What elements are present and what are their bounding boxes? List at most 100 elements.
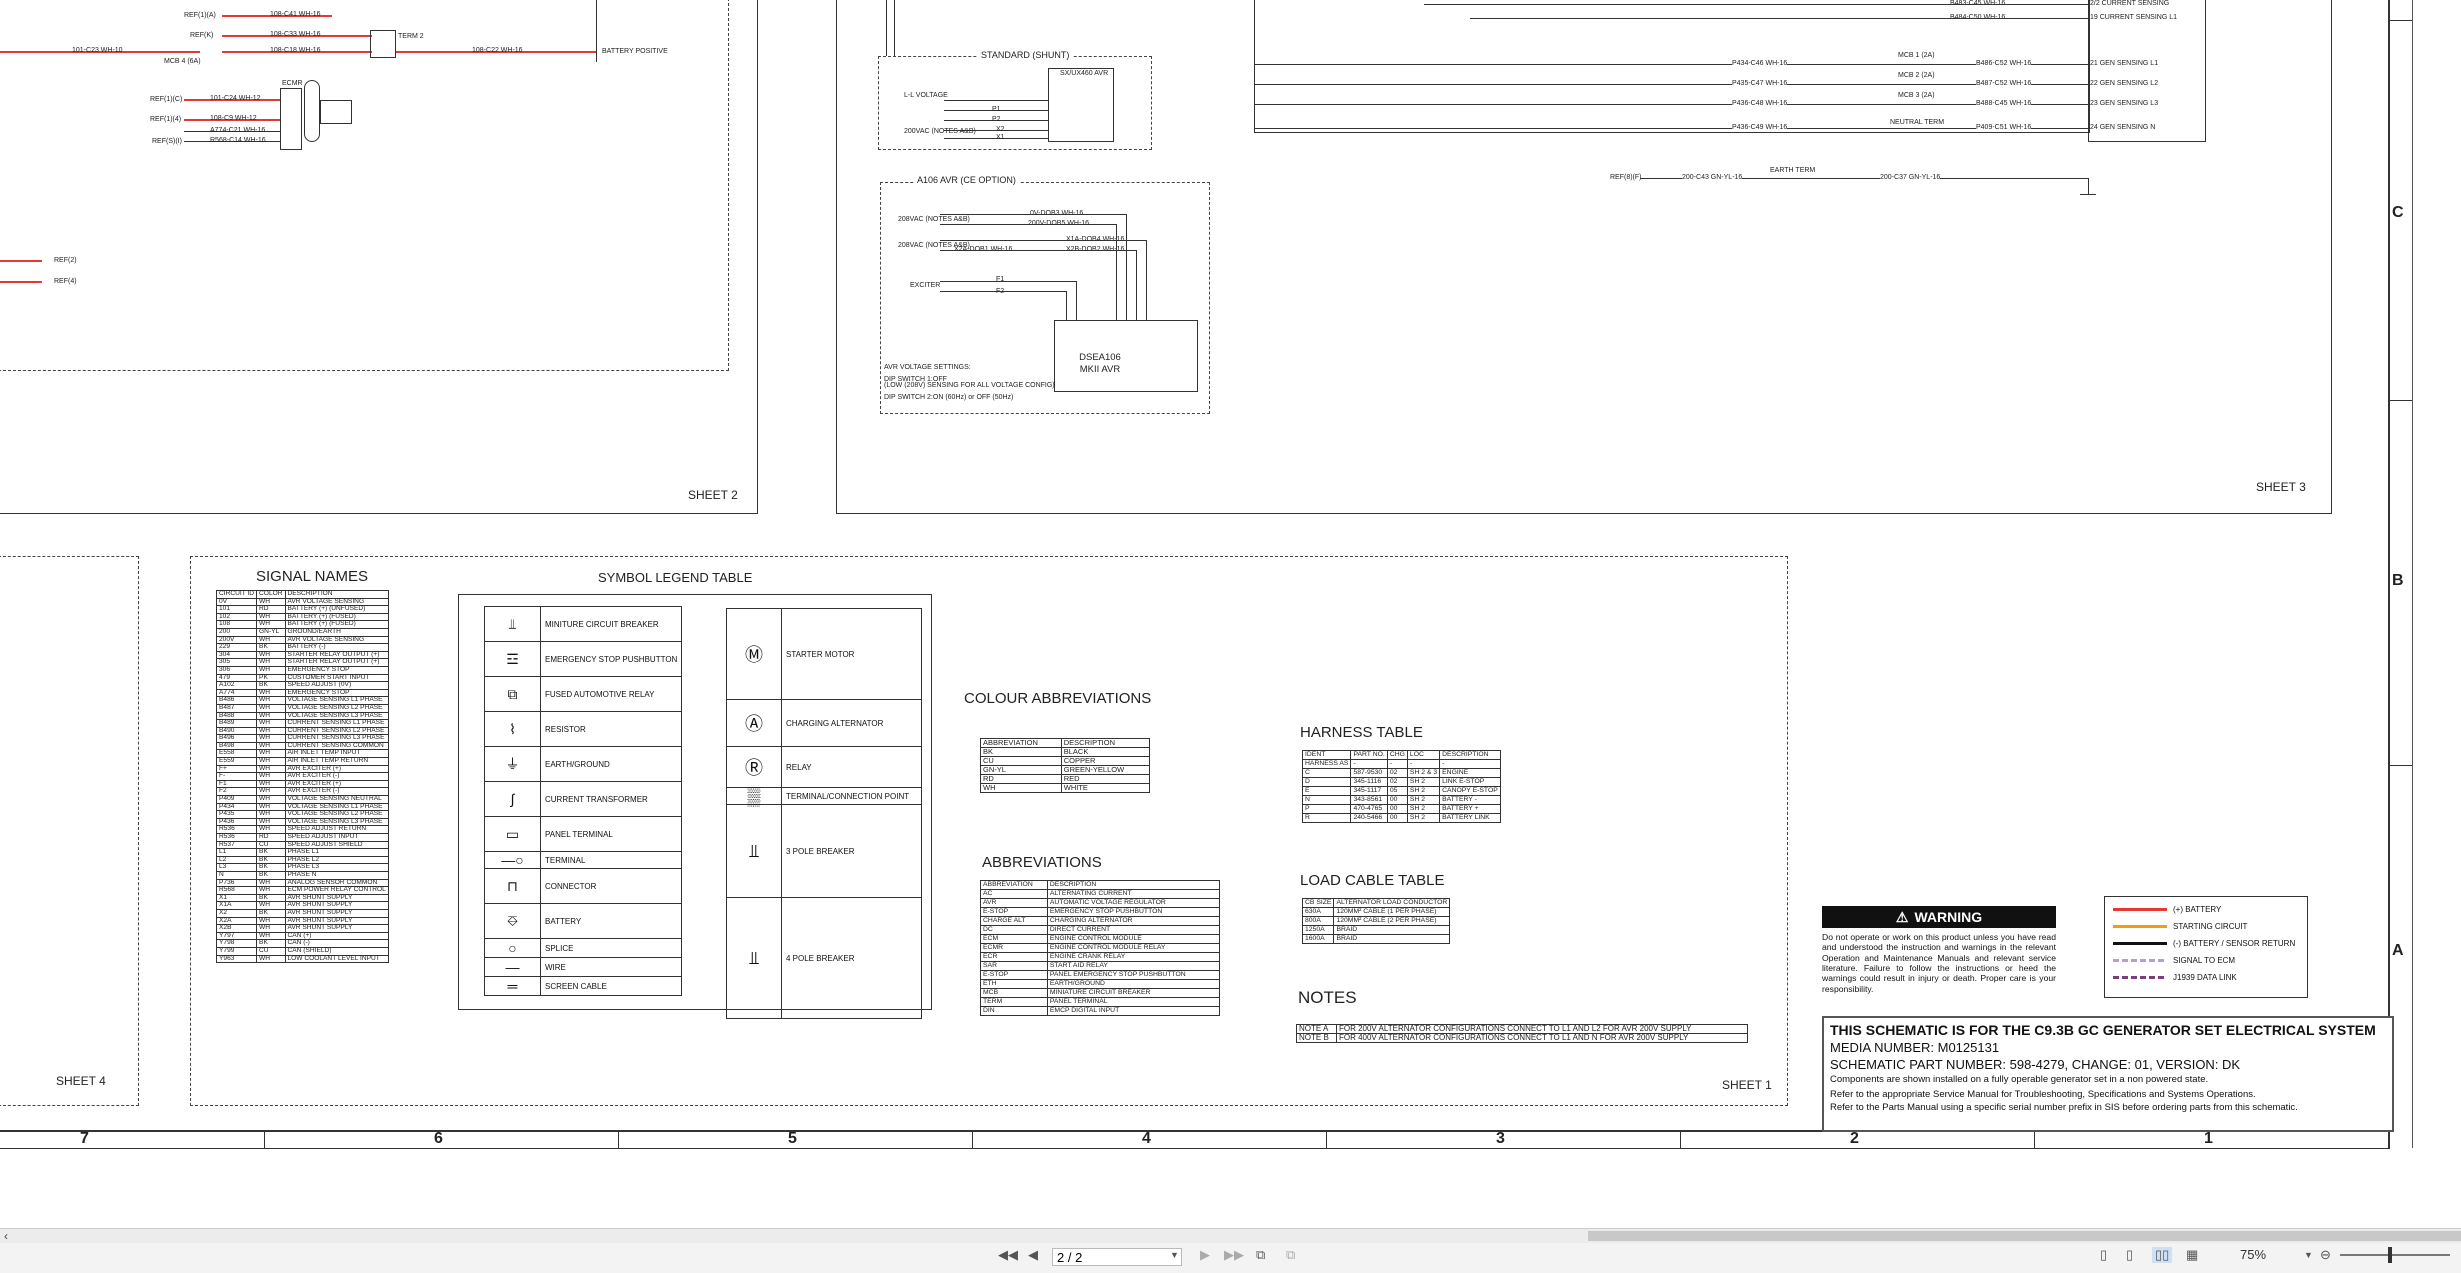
table-cell: GROUND/EARTH [284,627,389,637]
single-page-view-icon[interactable]: ▯ [2100,1247,2107,1263]
line-legend-item: J1939 DATA LINK [2113,969,2299,986]
zone-tick-1 [2388,20,2412,21]
signal-row: P409 WH VOLTAGE SENSING NEUTRAL [215,795,389,804]
col-sep-5 [1680,1130,1681,1148]
zoom-slider[interactable] [2340,1254,2450,1256]
table-cell: 200 [215,627,258,637]
viewer-toolbar: ‹ ◀◀ ◀ ▼ ▶ ▶▶ ⧉ ⧉ ▯ ▯ ▯▯ ▦ 75% ▼ ⊖ [0,1228,2461,1273]
wire-label: 108-C33 WH-16 [270,31,321,38]
scrollbar-thumb[interactable] [1588,1231,2461,1241]
table-cell: B487 [215,703,258,713]
table-header-row: IDENT PART NO. CHG LOC DESCRIPTION [1301,750,1501,760]
legend-item-label: EARTH/GROUND [545,759,610,769]
dip-switch-1b: (LOW (208V) SENSING FOR ALL VOLTAGE CONF… [884,382,1055,389]
table-cell: 587-9530 [1350,768,1388,778]
prev-page-button[interactable]: ◀ [1028,1247,1038,1263]
table-cell: ENGINE CONTROL MODULE [1046,934,1221,944]
table-cell: 120MM² CABLE (1 PER PHASE) [1333,907,1451,917]
zone-letter-c: C [2392,204,2404,221]
line-legend-item: (-) BATTERY / SENSOR RETURN [2113,935,2299,952]
last-page-button[interactable]: ▶▶ [1224,1247,1244,1263]
legend-item: —○ TERMINAL [485,852,681,869]
abbreviation-row: ECM ENGINE CONTROL MODULE [980,934,1221,944]
symbol-legend-title: SYMBOL LEGEND TABLE [598,570,753,585]
table-cell: NOTE B [1296,1033,1337,1043]
relay-icon: ⧉ [485,677,541,711]
avr-module [1048,68,1114,142]
table-cell: CHARGE ALT [980,916,1048,926]
page-dropdown-chevron-icon[interactable]: ▼ [1170,1250,1179,1260]
continuous-view-icon[interactable]: ▯ [2126,1247,2133,1263]
legend-item: ▒ TERMINAL/CONNECTION POINT [727,786,921,806]
table-cell: WH [256,703,286,713]
top-label: 2/2 CURRENT SENSING [2090,0,2170,7]
shunt-terminal: X1 [996,134,1005,141]
ecmr-relay [280,88,302,150]
table-cell: ECMR [980,943,1048,953]
table-cell: D [1301,777,1352,787]
zoom-dropdown-chevron-icon[interactable]: ▼ [2304,1250,2313,1260]
table-cell: BK [980,747,1062,757]
signal-row: 200 GN-YL GROUND/EARTH [215,627,389,637]
table-header-cell: CB SIZE [1301,898,1335,908]
red-wire [0,281,42,283]
line-legend-item: (+) BATTERY [2113,901,2299,918]
table-cell: WH [256,954,286,964]
table-cell: HARNESS AS [1301,759,1352,769]
table-cell: MINIATURE CIRCUIT BREAKER [1046,988,1221,998]
two-page-continuous-icon[interactable]: ▦ [2186,1247,2198,1263]
dsea106-label: DSEA106 MKII AVR [1079,352,1121,376]
ref-label: REF(K) [190,32,214,39]
bottom-border-2 [0,1148,2390,1149]
table-header-row: CB SIZE ALTERNATOR LOAD CONDUCTOR [1301,898,1451,908]
ref-label: REF(S)(I) [152,138,182,145]
resistor-icon: ⌇ [485,712,541,746]
table-cell: AVR SHUNT SUPPLY [284,908,389,918]
abbreviations-table: ABBREVIATION DESCRIPTION AC ALTERNATING CUR… [980,880,1221,1016]
table-cell: R [1301,813,1352,823]
zoom-out-button[interactable]: ⊖ [2320,1247,2331,1263]
line-legend-label: (-) BATTERY / SENSOR RETURN [2173,939,2296,948]
ground-icon: ⏚ [485,747,541,781]
first-page-button[interactable]: ◀◀ [998,1247,1018,1263]
zoom-slider-handle[interactable] [2388,1247,2392,1263]
col-number-2: 2 [1850,1130,1859,1147]
legend-item-label: RELAY [786,762,812,772]
ref-label: REF(2) [54,257,77,264]
legend-item-label: EMERGENCY STOP PUSHBUTTON [545,654,678,664]
table-cell: - [1406,759,1441,769]
legend-item-label: SPLICE [545,943,574,953]
colour-abbr-table: ABBREVIATION DESCRIPTION BK BLACK CU COPPER GN… [980,738,1151,793]
table-cell: 630A [1301,907,1335,917]
page-selector[interactable] [1052,1248,1182,1266]
table-cell: LOW COOLANT LEVEL INPUT [284,954,389,964]
ecmr-fuse [320,100,352,124]
line-swatch [2113,959,2167,962]
legend-item: ⌇ RESISTOR [485,712,681,747]
scroll-left-button[interactable]: ‹ [4,1229,8,1243]
legend-item: ⊓ CONNECTOR [485,869,681,904]
two-page-view-icon[interactable]: ▯▯ [2152,1247,2173,1263]
signal-row: X2 BK AVR SHUNT SUPPLY [215,908,389,918]
abbreviation-row: ECMR ENGINE CONTROL MODULE RELAY [980,943,1221,953]
legend-item-label: MINITURE CIRCUIT BREAKER [545,619,659,629]
col-number-7: 7 [80,1130,89,1147]
table-cell: TERM [980,997,1048,1007]
abbreviation-row: SAR START AID RELAY [980,961,1221,971]
top-line [1470,18,2088,19]
table-cell: 02 [1386,768,1408,778]
wire-vertical [894,0,895,56]
split-view-icon[interactable]: ⧉ [1286,1247,1295,1263]
table-header-row: CIRCUIT ID COLOR DESCRIPTION [215,590,389,599]
table-cell: Y963 [215,954,258,964]
table-cell: BATTERY LINK [1439,813,1501,823]
legend-item: ∫ CURRENT TRANSFORMER [485,782,681,817]
table-cell: 02 [1386,777,1408,787]
copy-view-icon[interactable]: ⧉ [1256,1247,1265,1263]
legend-item: ⫫ 4 POLE BREAKER [727,898,921,1019]
next-page-button[interactable]: ▶ [1200,1247,1210,1263]
col-number-1: 1 [2204,1130,2213,1147]
table-cell: BK [256,908,286,918]
a106-drop [1126,214,1127,320]
zoom-level[interactable]: 75% [2240,1247,2266,1262]
